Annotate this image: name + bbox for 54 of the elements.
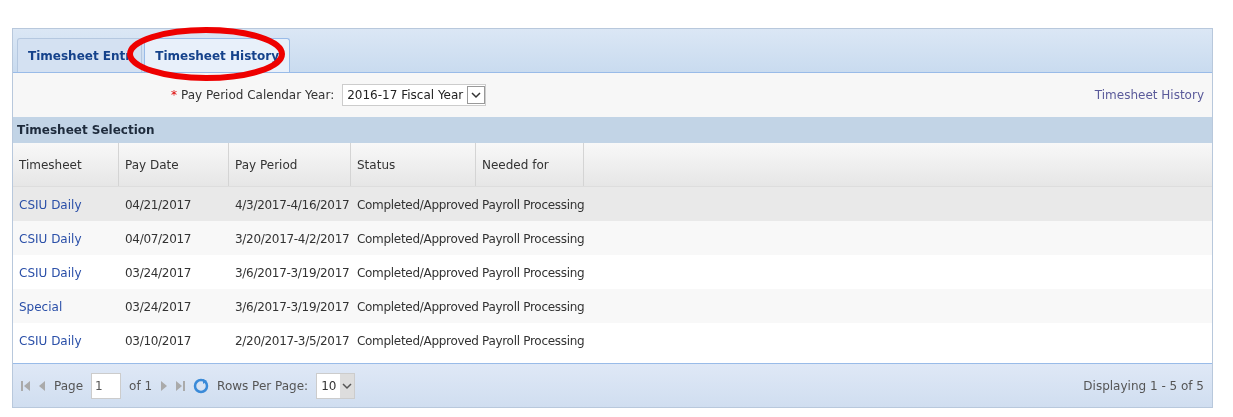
timesheet-link[interactable]: CSIU Daily [19,232,82,246]
table-cell: 3/20/2017-4/2/2017 [235,232,350,246]
table-row[interactable]: CSIU Daily 03/24/2017 3/6/2017-3/19/2017 Completed/Approved Payroll Processing [13,255,1212,289]
column-header[interactable]: Pay Date [125,155,179,174]
table-cell: Payroll Processing [482,300,585,314]
table-cell: 04/07/2017 [125,232,192,246]
table-cell: Payroll Processing [482,334,585,348]
year-select[interactable]: 2016-17 Fiscal Year [342,84,487,106]
column-header[interactable]: Pay Period [235,155,298,174]
previous-page-icon[interactable] [39,379,46,392]
column-header[interactable]: Status [357,155,396,174]
caret-icon [340,373,355,398]
field-label: Pay Period Calendar Year: [181,87,335,104]
column-header[interactable]: Needed for [482,155,549,174]
table-cell: Completed/Approved [357,334,479,348]
table-row[interactable]: CSIU Daily 03/10/2017 2/20/2017-3/5/2017 Completed/Approved Payroll Processing [13,323,1212,357]
history-link[interactable]: Timesheet History [1094,86,1204,104]
table-cell: Payroll Processing [482,232,585,246]
column-header[interactable]: Timesheet [19,155,82,174]
timesheet-link[interactable]: Special [19,300,63,314]
rows-select[interactable]: 10 [316,372,356,399]
caret-icon [467,86,486,104]
table-cell: Completed/Approved [357,300,479,314]
table-cell: 2/20/2017-3/5/2017 [235,334,350,348]
timesheet-link[interactable]: CSIU Daily [19,334,82,348]
first-page-icon[interactable] [21,379,31,392]
required-mark: * [171,87,177,104]
table-cell: 3/6/2017-3/19/2017 [235,300,350,314]
table-cell: Payroll Processing [482,198,585,212]
last-page-icon[interactable] [175,379,186,392]
rows-per-page-label: Rows Per Page: [217,377,309,395]
timesheet-link[interactable]: CSIU Daily [19,266,82,280]
section-header: Timesheet Selection [13,117,1212,143]
page-label: Page [54,377,84,395]
table-row[interactable]: CSIU Daily 04/07/2017 3/20/2017-4/2/2017 Completed/Approved Payroll Processing [13,221,1212,255]
page-count: of 1 [129,377,153,395]
table-cell: Completed/Approved [357,198,479,212]
table-cell: 3/6/2017-3/19/2017 [235,266,350,280]
timesheet-link[interactable]: CSIU Daily [19,198,82,212]
table-cell: 03/24/2017 [125,266,192,280]
table-cell: 4/3/2017-4/16/2017 [235,198,350,212]
displaying-count: Displaying 1 - 5 of 5 [1083,377,1204,395]
table-cell: Completed/Approved [357,232,479,246]
next-page-icon[interactable] [160,379,168,392]
table-cell: 03/10/2017 [125,334,192,348]
page-input[interactable]: 1 [91,372,122,399]
table-cell: Completed/Approved [357,266,479,280]
tab[interactable]: Timesheet History [144,38,291,72]
table-row[interactable]: Special 03/24/2017 3/6/2017-3/19/2017 Completed/Approved Payroll Processing [13,289,1212,323]
table-row[interactable]: CSIU Daily 04/21/2017 4/3/2017-4/16/2017 Completed/Approved Payroll Processing [13,187,1212,221]
table-cell: Payroll Processing [482,266,585,280]
table-cell: 04/21/2017 [125,198,192,212]
table-cell: 03/24/2017 [125,300,192,314]
refresh-icon[interactable] [193,377,210,394]
